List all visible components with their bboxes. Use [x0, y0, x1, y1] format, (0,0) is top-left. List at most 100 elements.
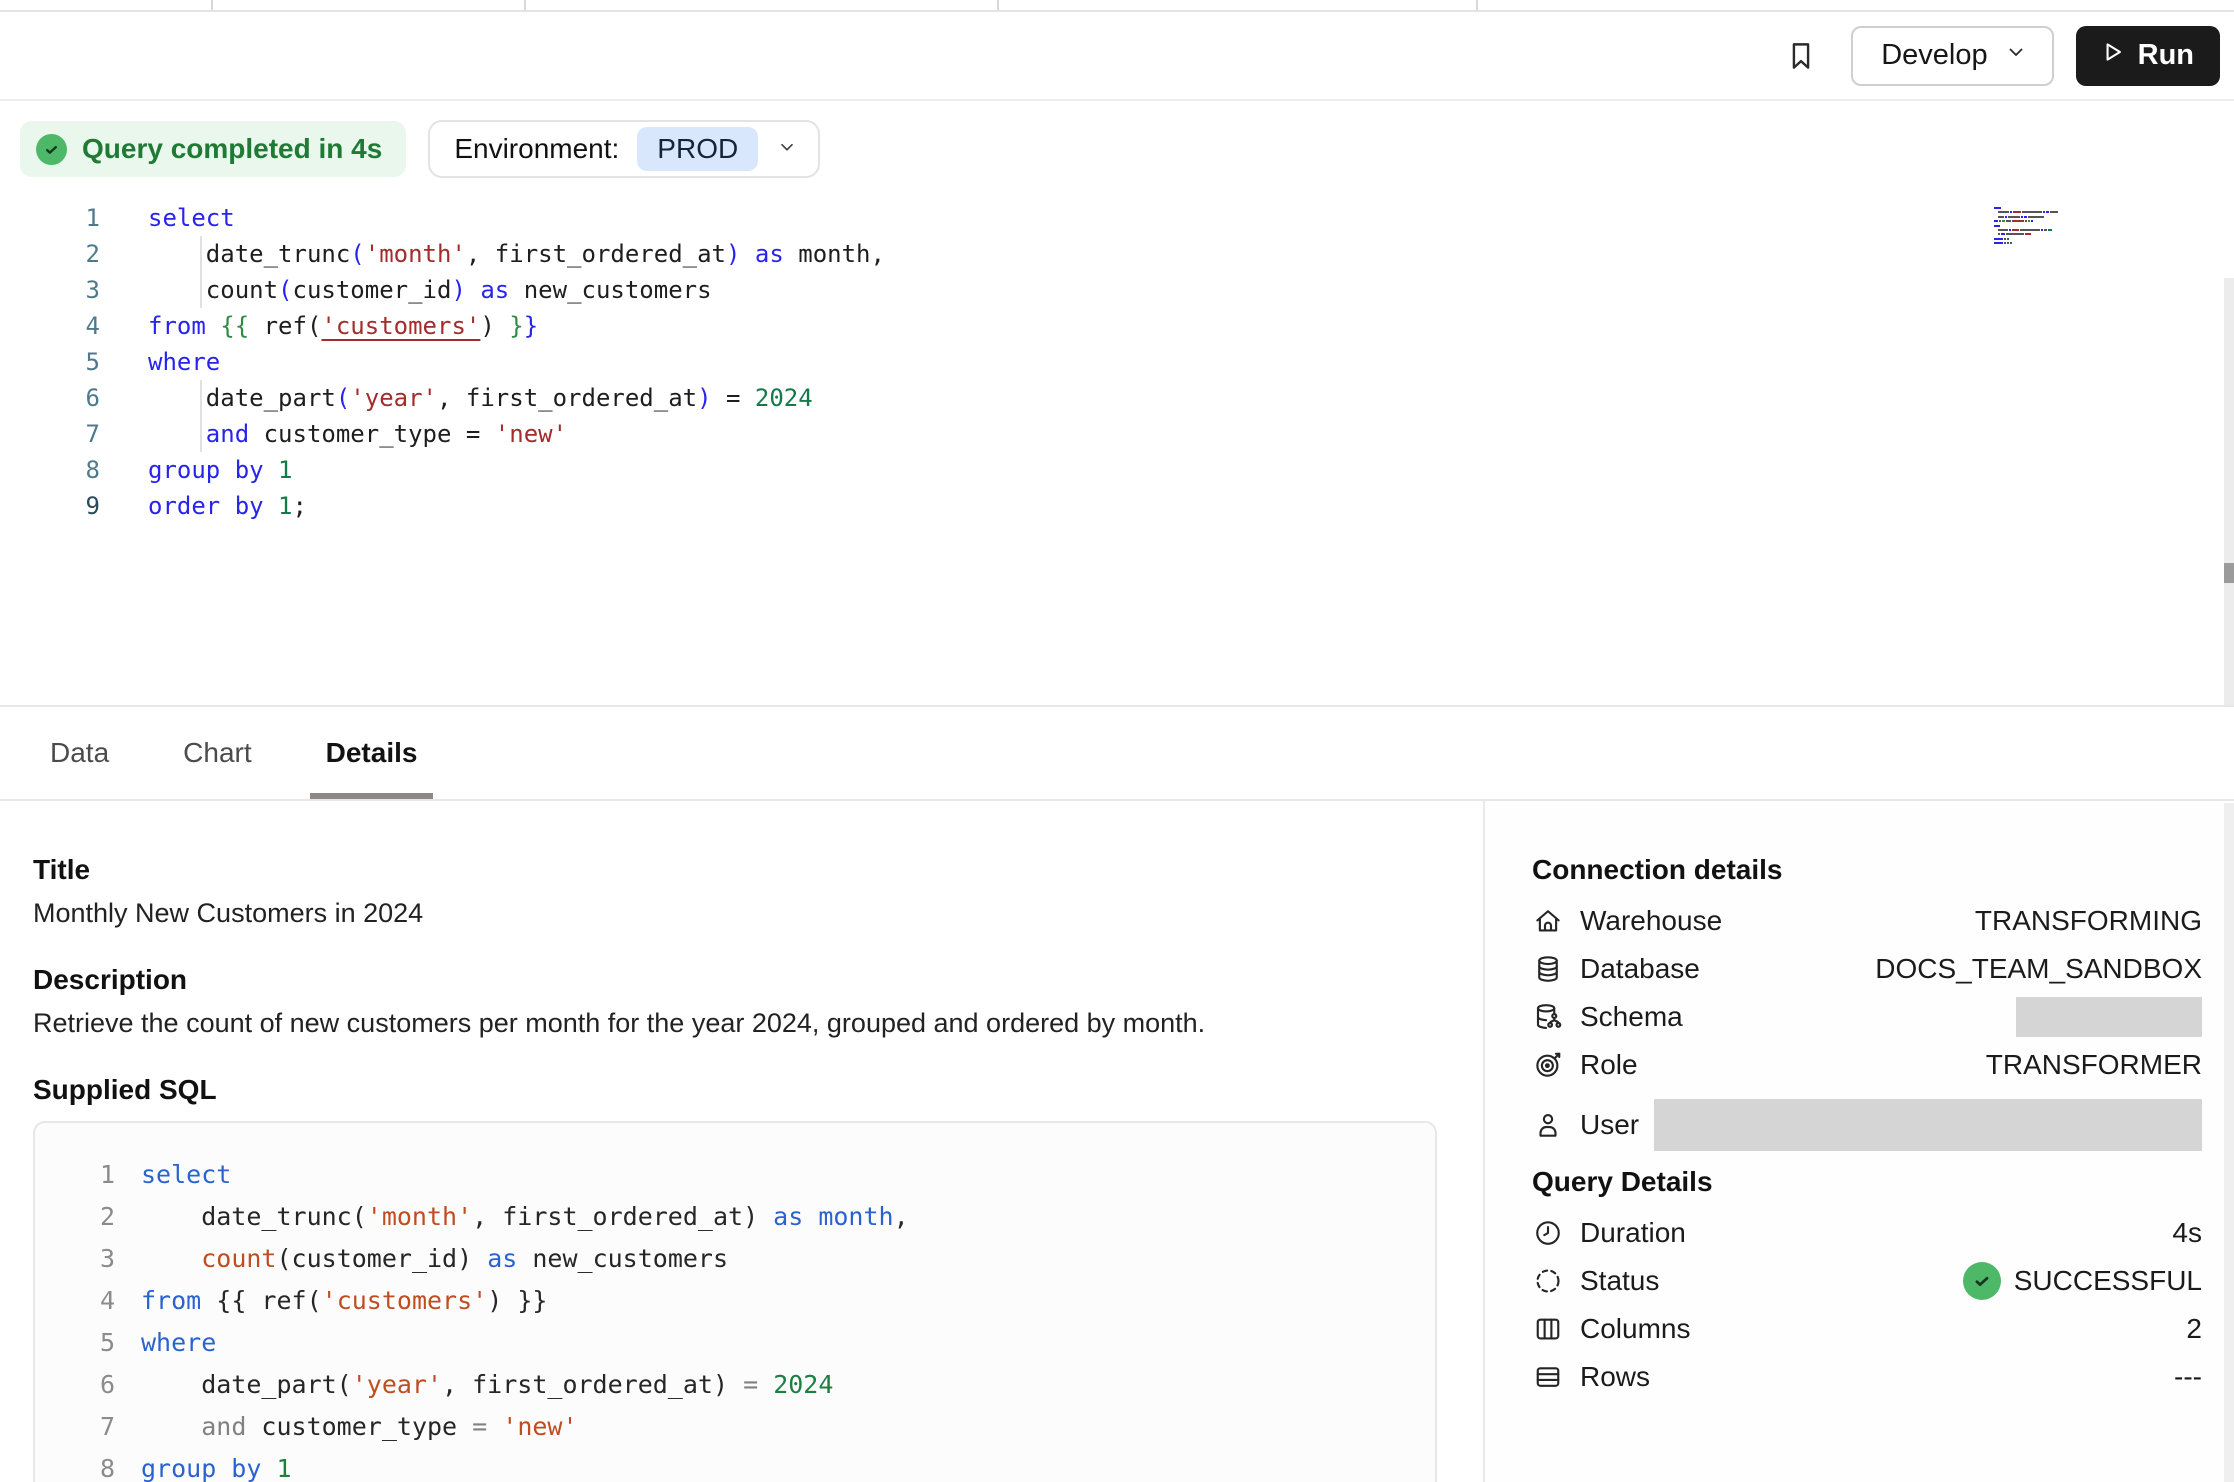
code-text: and customer_type = 'new' — [141, 1406, 578, 1448]
database-icon — [1532, 953, 1564, 985]
code-text: and customer_type = 'new' — [148, 416, 567, 452]
editor-line-3[interactable]: 3 count(customer_id) as new_customers — [0, 272, 2234, 308]
schema-icon — [1532, 1001, 1564, 1033]
editor-line-8[interactable]: 8group by 1 — [0, 452, 2234, 488]
row-value: --- — [2174, 1361, 2202, 1393]
editor-scrollbar[interactable] — [2224, 278, 2234, 705]
editor-line-2[interactable]: 2 date_trunc('month', first_ordered_at) … — [0, 236, 2234, 272]
line-number: 3 — [0, 272, 100, 308]
chevron-down-icon — [2004, 39, 2028, 72]
supplied-sql-code: 1select2 date_trunc('month', first_order… — [75, 1154, 1435, 1482]
indent-guide — [200, 380, 202, 452]
columns-icon — [1532, 1313, 1564, 1345]
code-text: select — [148, 200, 235, 236]
line-number: 6 — [0, 380, 100, 416]
row-value: TRANSFORMING — [1975, 905, 2202, 937]
row-value: 4s — [2172, 1217, 2202, 1249]
title-label: Title — [33, 853, 1437, 887]
develop-button[interactable]: Develop — [1851, 26, 2053, 86]
line-number: 2 — [75, 1196, 115, 1238]
supplied-line-2: 2 date_trunc('month', first_ordered_at) … — [75, 1196, 1435, 1238]
editor-line-1[interactable]: 1 select — [0, 200, 2234, 236]
code-text: group by 1 — [148, 452, 293, 488]
code-text: group by 1 — [141, 1448, 292, 1482]
code-text: from {{ ref('customers') }} — [141, 1280, 547, 1322]
role-icon — [1532, 1049, 1564, 1081]
tab-details[interactable]: Details — [318, 707, 426, 799]
supplied-line-3: 3 count(customer_id) as new_customers — [75, 1238, 1435, 1280]
row-label-text: Status — [1580, 1265, 1659, 1297]
supplied-line-1: 1select — [75, 1154, 1435, 1196]
editor-line-4[interactable]: 4from {{ ref('customers') }} — [0, 308, 2234, 344]
query-row-status: StatusSUCCESSFUL — [1532, 1257, 2202, 1305]
details-left-pane: Title Monthly New Customers in 2024 Desc… — [0, 801, 1483, 1482]
editor-code[interactable]: 1 select2 date_trunc('month', first_order… — [0, 195, 2234, 524]
line-number: 7 — [0, 416, 100, 452]
row-label-text: Role — [1580, 1049, 1638, 1081]
editor-minimap[interactable] — [1992, 205, 2100, 249]
connection-details-rows: WarehouseTRANSFORMINGDatabaseDOCS_TEAM_S… — [1532, 897, 2202, 1153]
indent-guide — [200, 236, 202, 308]
line-number: 1 — [0, 200, 100, 236]
ref-customers-link[interactable]: 'customers' — [321, 312, 480, 340]
redacted-value — [2016, 997, 2202, 1037]
code-text: date_trunc('month', first_ordered_at) as… — [141, 1196, 909, 1238]
row-label-text: Rows — [1580, 1361, 1650, 1393]
environment-selector[interactable]: Environment: PROD — [428, 120, 820, 178]
rows-icon — [1532, 1361, 1564, 1393]
code-text: count(customer_id) as new_customers — [148, 272, 712, 308]
query-status-banner: Query completed in 4s — [20, 121, 406, 177]
tab-data[interactable]: Data — [42, 707, 117, 799]
query-details-heading: Query Details — [1532, 1165, 2202, 1199]
line-number: 3 — [75, 1238, 115, 1280]
line-number: 7 — [75, 1406, 115, 1448]
line-number: 8 — [75, 1448, 115, 1482]
query-row-duration: Duration 4s — [1532, 1209, 2202, 1257]
supplied-sql-label: Supplied SQL — [33, 1073, 1437, 1107]
sql-editor[interactable]: 1 select2 date_trunc('month', first_order… — [0, 195, 2234, 705]
line-number: 6 — [75, 1364, 115, 1406]
redacted-value — [1654, 1099, 2202, 1151]
line-number: 5 — [0, 344, 100, 380]
tab-divider — [211, 0, 213, 10]
run-label: Run — [2138, 39, 2194, 72]
supplied-line-5: 5 where — [75, 1322, 1435, 1364]
code-text: select — [141, 1154, 231, 1196]
code-text: order by 1; — [148, 488, 307, 524]
editor-line-7[interactable]: 7 and customer_type = 'new' — [0, 416, 2234, 452]
supplied-line-7: 7 and customer_type = 'new' — [75, 1406, 1435, 1448]
title-value: Monthly New Customers in 2024 — [33, 897, 1437, 929]
query-details-rows: Duration4sStatusSUCCESSFULColumns2Rows--… — [1532, 1209, 2202, 1401]
supplied-line-6: 6 date_part('year', first_ordered_at) = … — [75, 1364, 1435, 1406]
line-number: 5 — [75, 1322, 115, 1364]
code-text: date_part('year', first_ordered_at) = 20… — [148, 380, 813, 416]
editor-line-6[interactable]: 6 date_part('year', first_ordered_at) = … — [0, 380, 2234, 416]
description-value: Retrieve the count of new customers per … — [33, 1007, 1437, 1039]
page-scrollbar[interactable] — [2224, 803, 2234, 1482]
browser-tab-strip — [0, 0, 2234, 12]
line-number: 4 — [75, 1280, 115, 1322]
row-label-text: Duration — [1580, 1217, 1686, 1249]
editor-line-9[interactable]: 9 order by 1; — [0, 488, 2234, 524]
connection-row-user: User — [1532, 1097, 2202, 1153]
tab-divider — [524, 0, 526, 10]
row-label-text: Warehouse — [1580, 905, 1722, 937]
scrollbar-thumb[interactable] — [2224, 563, 2234, 583]
code-text: where — [141, 1322, 216, 1364]
supplied-line-4: 4 from {{ ref('customers') }} — [75, 1280, 1435, 1322]
tab-divider — [1476, 0, 1478, 10]
header: Develop Run — [0, 12, 2234, 101]
tab-chart[interactable]: Chart — [175, 707, 259, 799]
bookmark-icon[interactable] — [1779, 34, 1823, 78]
run-button[interactable]: Run — [2076, 26, 2220, 86]
code-text: where — [148, 344, 220, 380]
editor-line-5[interactable]: 5 where — [0, 344, 2234, 380]
line-number: 9 — [0, 488, 100, 524]
ide-screen: Develop Run Query completed in 4s Enviro… — [0, 0, 2234, 1482]
warehouse-icon — [1532, 905, 1564, 937]
row-label-text: Schema — [1580, 1001, 1683, 1033]
row-label-text: Database — [1580, 953, 1700, 985]
line-number: 2 — [0, 236, 100, 272]
row-label-text: User — [1580, 1109, 1639, 1141]
develop-label: Develop — [1881, 39, 1987, 72]
